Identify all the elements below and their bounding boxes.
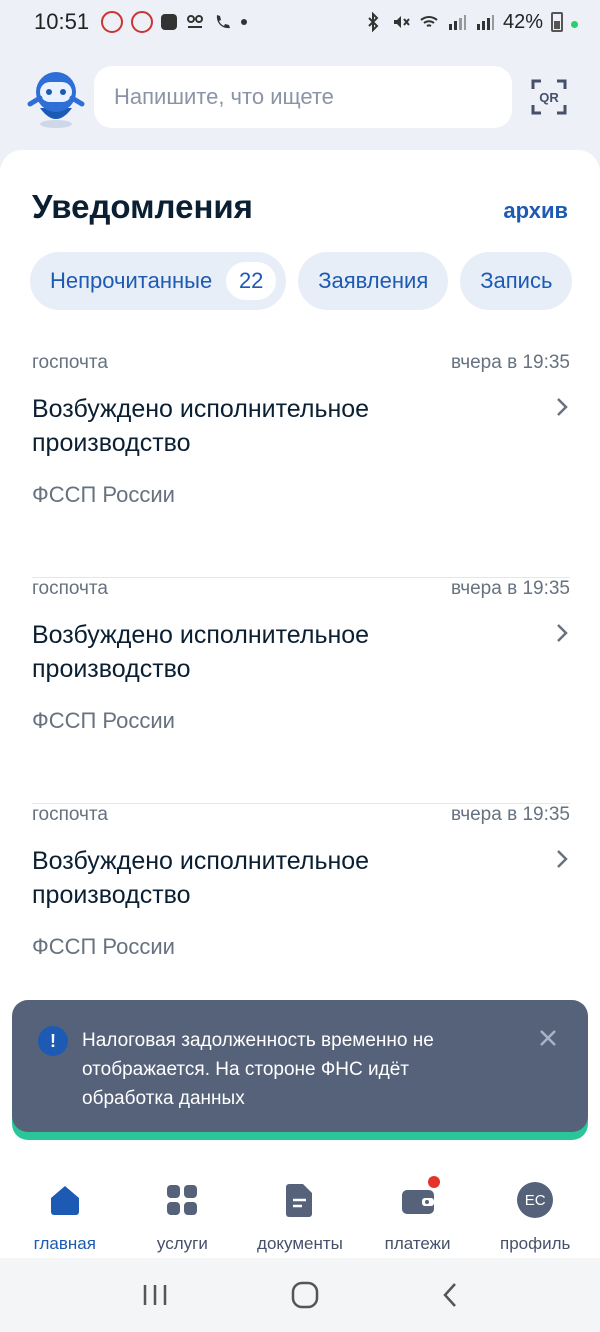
header: Напишите, что ищете QR [0,62,600,134]
chevron-right-icon [557,850,568,868]
qr-scan-button[interactable]: QR [526,74,572,120]
robot-assistant-icon[interactable] [26,68,86,130]
notification-organization: ФССП России [32,934,175,959]
status-left: 10:51 [34,9,248,35]
chevron-right-icon [557,398,568,416]
toast-notification: ! Налоговая задолженность временно не от… [12,1000,588,1132]
nav-profile[interactable]: ЕС профиль [476,1166,594,1258]
notification-item[interactable]: госпочта вчера в 19:35 Возбуждено исполн… [32,352,570,578]
bluetooth-icon [368,12,379,32]
privacy-indicator-icon [571,20,578,28]
app-notification-icon [161,14,178,30]
notification-time: вчера в 19:35 [450,804,570,825]
notification-time: вчера в 19:35 [450,352,570,373]
notification-item[interactable]: госпочта вчера в 19:35 Возбуждено исполн… [32,578,570,804]
system-navigation-bar [0,1258,600,1332]
nav-label: профиль [499,1234,571,1253]
nav-payments[interactable]: платежи [359,1166,477,1258]
chip-label: Заявления [318,268,429,293]
nav-label: главная [33,1234,96,1253]
status-bar: 10:51 42% [0,0,600,44]
back-icon[interactable] [440,1281,460,1309]
battery-percent: 42% [502,10,543,33]
document-icon [285,1184,312,1217]
nav-home[interactable]: главная [6,1166,124,1258]
bottom-navigation: главная услуги документы платежи ЕС проф… [0,1166,600,1258]
notification-title: Возбуждено исполнительное производство [32,395,370,457]
nav-label: платежи [384,1234,451,1253]
gosuslugi-notification-icon [101,11,124,33]
home-icon [50,1186,79,1215]
nav-documents[interactable]: документы [241,1166,359,1258]
avatar: ЕС [517,1182,554,1218]
notification-title: Возбуждено исполнительное производство [32,621,370,683]
wifi-icon [420,16,438,27]
toast-message: Налоговая задолженность временно не отоб… [82,1030,434,1109]
mute-icon [393,16,410,28]
gosuslugi-notification-icon [131,11,154,33]
notification-source: госпочта [32,352,108,373]
status-time: 10:51 [34,9,90,34]
nav-services[interactable]: услуги [124,1166,242,1258]
voicemail-icon [187,15,204,28]
chip-applications[interactable]: Заявления [298,252,449,310]
search-input[interactable]: Напишите, что ищете [94,66,512,128]
recent-apps-icon[interactable] [140,1282,170,1308]
unread-count-badge: 22 [226,262,277,300]
page-title: Уведомления [32,188,253,225]
chevron-right-icon [557,624,568,642]
nav-label: документы [257,1234,343,1253]
filter-chips: Непрочитанные 22 Заявления Запись [30,252,573,310]
wallet-icon [400,1176,440,1218]
home-button-icon[interactable] [290,1280,320,1310]
payments-badge-dot [427,1176,440,1188]
status-right: 42% [363,11,578,34]
notification-organization: ФССП России [32,482,175,507]
more-notifications-icon [241,19,248,25]
signal-icon [476,15,494,30]
archive-link[interactable]: архив [503,198,568,224]
notification-source: госпочта [32,804,108,825]
nav-label: услуги [156,1234,208,1253]
notification-time: вчера в 19:35 [450,578,570,599]
volte-signal-icon [448,15,466,30]
missed-call-icon [216,15,231,29]
info-exclamation-icon: ! [38,1026,68,1056]
qr-label: QR [539,90,559,105]
chip-label: Непрочитанные [50,268,213,293]
grid-icon [167,1185,198,1215]
close-icon[interactable] [538,1028,558,1048]
search-placeholder: Напишите, что ищете [114,84,334,109]
battery-icon [551,12,563,32]
chip-label: Запись [480,268,553,293]
chip-unread[interactable]: Непрочитанные 22 [30,252,287,310]
notification-title: Возбуждено исполнительное производство [32,847,370,909]
notification-organization: ФССП России [32,708,175,733]
qr-icon: QR [531,79,567,115]
notification-source: госпочта [32,578,108,599]
notification-item[interactable]: госпочта вчера в 19:35 Возбуждено исполн… [32,804,570,1030]
chip-appointments[interactable]: Запись [460,252,573,310]
